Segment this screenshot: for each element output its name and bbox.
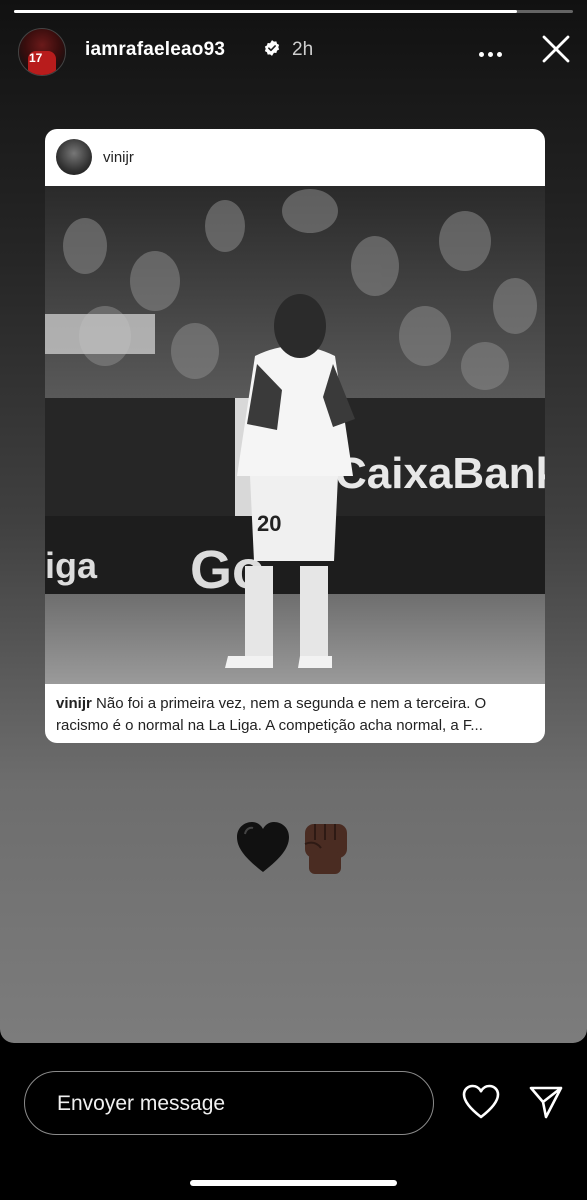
shared-post-avatar [56,139,92,175]
black-heart-icon [237,822,289,872]
photo-board-left-text: iga [45,545,98,586]
shared-post-card[interactable]: vinijr CaixaBank iga Go 20 vinijr Não fo… [45,129,545,743]
story-progress-bar [14,10,573,14]
story-username[interactable]: iamrafaeleao93 [85,39,225,61]
avatar-number: 17 [29,51,43,65]
shared-post-photo: CaixaBank iga Go 20 [45,186,545,684]
more-options-button[interactable] [479,44,507,57]
shared-post-caption: vinijr Não foi a primeira vez, nem a seg… [56,693,535,737]
story-timestamp: 2h [292,39,314,60]
caption-username: vinijr [56,695,92,712]
more-horizontal-icon [479,52,484,57]
reply-input[interactable] [55,1088,399,1120]
story-header: 17 iamrafaeleao93 2h [18,26,571,76]
caption-line-2: racismo é o normal na La Liga. A competi… [56,717,483,734]
reply-message-field[interactable] [24,1071,434,1135]
shared-post-header: vinijr [45,129,545,186]
avatar[interactable]: 17 [18,28,66,76]
paper-plane-icon[interactable] [528,1084,564,1120]
home-indicator[interactable] [190,1180,397,1186]
photo-sponsor-text: CaixaBank [335,449,545,498]
verified-badge-icon [264,40,280,56]
more-dot [488,52,493,57]
shared-post-username: vinijr [103,149,134,166]
story-viewer: 17 iamrafaeleao93 2h vinijr CaixaBank ig… [0,0,587,1043]
raised-fist-icon [304,824,347,874]
caption-line-1: Não foi a primeira vez, nem a segunda e … [96,695,487,712]
more-dot [497,52,502,57]
progress-fill [14,10,518,13]
heart-outline-icon[interactable] [462,1084,500,1120]
emoji-sticker[interactable] [235,820,355,876]
photo-shirt-number: 20 [257,511,281,536]
close-icon[interactable] [541,34,571,64]
